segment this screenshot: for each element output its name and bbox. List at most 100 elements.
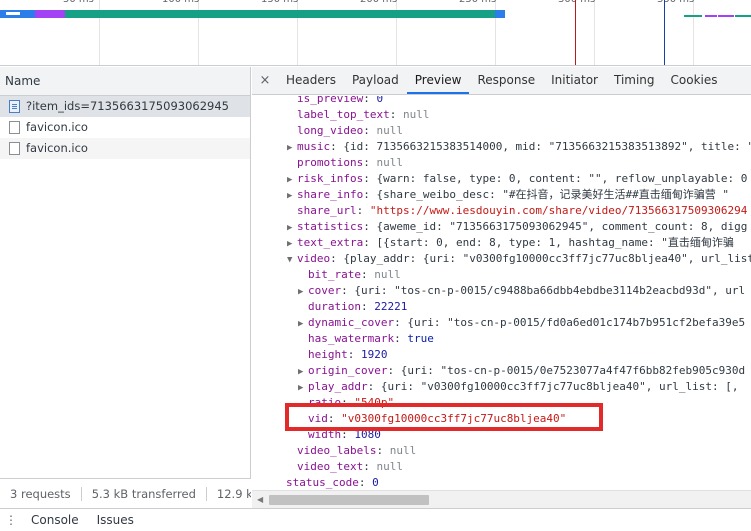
property-key: vid bbox=[308, 412, 328, 425]
colon-separator: : bbox=[363, 220, 377, 233]
property-value: [{start: 0, end: 8, type: 1, hashtag_nam… bbox=[376, 236, 734, 249]
request-bar-favicon bbox=[705, 15, 717, 17]
colon-separator: : bbox=[360, 268, 375, 281]
colon-separator: : bbox=[341, 428, 355, 441]
collapsed-caret-icon[interactable]: ▶ bbox=[298, 380, 308, 396]
preview-line-duration: duration: 22221 bbox=[298, 299, 407, 315]
property-value: null bbox=[376, 124, 403, 137]
colon-separator: : bbox=[367, 380, 381, 393]
colon-separator: : bbox=[341, 396, 355, 409]
tab-payload[interactable]: Payload bbox=[344, 67, 407, 94]
preview-line-statistics[interactable]: ▶ statistics: {aweme_id: "713566317509306… bbox=[287, 219, 747, 235]
collapsed-caret-icon[interactable]: ▶ bbox=[287, 172, 297, 188]
colon-separator: : bbox=[363, 460, 377, 473]
property-key: label_top_text bbox=[297, 108, 390, 121]
collapsed-caret-icon[interactable]: ▶ bbox=[298, 284, 308, 300]
preview-line-vid: vid: "v0300fg10000cc3ff7jc77uc8bljea40" bbox=[298, 411, 566, 427]
request-bar-favicon bbox=[735, 15, 751, 17]
collapsed-caret-icon[interactable]: ▶ bbox=[287, 236, 297, 252]
scrollbar-thumb[interactable] bbox=[269, 495, 429, 505]
timeline-tick-label: 50 ms bbox=[63, 0, 94, 5]
network-overview-timeline[interactable]: 50 ms 100 ms 150 ms 200 ms 250 ms 300 ms 350 m… bbox=[0, 0, 751, 66]
timeline-tick-label: 350 ms bbox=[657, 0, 694, 5]
colon-separator: : bbox=[363, 172, 377, 185]
property-value: 0 bbox=[372, 476, 379, 489]
property-key: long_video bbox=[297, 124, 364, 137]
request-bar-download bbox=[495, 10, 505, 18]
timeline-tick-label: 250 ms bbox=[459, 0, 496, 5]
property-key: share_info bbox=[297, 188, 364, 201]
colon-separator: : bbox=[360, 300, 375, 313]
preview-line-music[interactable]: ▶ music: {id: 7135663215383514000, mid: "… bbox=[287, 139, 751, 155]
property-value: null bbox=[402, 108, 430, 121]
property-key: width bbox=[308, 428, 342, 441]
property-key: risk_infos bbox=[297, 172, 364, 185]
property-key: video_labels bbox=[297, 444, 377, 457]
property-key: statistics bbox=[297, 220, 364, 233]
property-value: {uri: "tos-cn-p-0015/c9488ba66dbb4ebdbe3… bbox=[354, 284, 746, 297]
preview-line-dynamic-cover[interactable]: ▶ dynamic_cover: {uri: "tos-cn-p-0015/fd0… bbox=[298, 315, 745, 331]
collapsed-caret-icon[interactable]: ▶ bbox=[287, 140, 297, 156]
request-name: favicon.ico bbox=[26, 141, 88, 155]
request-row[interactable]: favicon.ico bbox=[0, 138, 250, 159]
request-bar-waiting bbox=[65, 10, 505, 18]
preview-line-risk-infos[interactable]: ▶ risk_infos: {warn: false, type: 0, cont… bbox=[287, 171, 747, 187]
drawer-tab-issues[interactable]: Issues bbox=[88, 513, 143, 527]
name-column-header[interactable]: Name bbox=[0, 67, 250, 96]
preview-line-promotions: promotions: null bbox=[287, 155, 403, 171]
tab-initiator[interactable]: Initiator bbox=[543, 67, 606, 94]
tab-timing[interactable]: Timing bbox=[606, 67, 663, 94]
property-key: cover bbox=[308, 284, 342, 297]
request-row[interactable]: favicon.ico bbox=[0, 117, 250, 138]
colon-separator: : bbox=[327, 412, 342, 425]
document-icon bbox=[9, 100, 20, 113]
collapsed-caret-icon[interactable]: ▶ bbox=[287, 220, 297, 236]
property-value: "https://www.iesdouyin.com/share/video/7… bbox=[369, 204, 748, 217]
preview-line-long-video: long_video: null bbox=[287, 123, 403, 139]
preview-line-video-text: video_text: null bbox=[287, 459, 403, 475]
request-row[interactable]: ?item_ids=7135663175093062945 bbox=[0, 96, 250, 117]
tab-preview[interactable]: Preview bbox=[406, 67, 470, 94]
property-key: share_url bbox=[297, 204, 357, 217]
preview-line-cover[interactable]: ▶ cover: {uri: "tos-cn-p-0015/c9488ba66db… bbox=[298, 283, 745, 299]
file-icon bbox=[9, 142, 20, 155]
colon-separator: : bbox=[387, 364, 401, 377]
preview-line-status-code: status_code: 0 bbox=[276, 475, 379, 490]
preview-tree: is_preview: 0 label_top_text: null long_vi… bbox=[252, 96, 751, 490]
collapsed-caret-icon[interactable]: ▶ bbox=[298, 316, 308, 332]
colon-separator: : bbox=[330, 140, 344, 153]
close-icon[interactable]: × bbox=[252, 67, 278, 94]
tab-response[interactable]: Response bbox=[469, 67, 543, 94]
property-key: bit_rate bbox=[308, 268, 361, 281]
property-key: video bbox=[297, 252, 331, 265]
tab-cookies[interactable]: Cookies bbox=[663, 67, 726, 94]
expanded-caret-icon[interactable]: ▼ bbox=[287, 252, 297, 268]
preview-line-share-info[interactable]: ▶ share_info: {share_weibo_desc: "#在抖音，记录… bbox=[287, 187, 729, 203]
property-key: promotions bbox=[297, 156, 364, 169]
requests-pane: Name ?item_ids=7135663175093062945 favico… bbox=[0, 67, 251, 508]
scroll-left-icon[interactable]: ◀ bbox=[257, 495, 263, 504]
timeline-tick-label: 100 ms bbox=[162, 0, 199, 5]
collapsed-caret-icon[interactable]: ▶ bbox=[287, 188, 297, 204]
colon-separator: : bbox=[330, 252, 344, 265]
dom-content-loaded-marker bbox=[664, 0, 665, 65]
load-event-marker bbox=[575, 0, 576, 65]
preview-line-text-extra[interactable]: ▶ text_extra: [{start: 0, end: 8, type: 1… bbox=[287, 235, 734, 251]
property-key: ratio bbox=[308, 396, 342, 409]
property-key: play_addr bbox=[308, 380, 368, 393]
preview-line-origin-cover[interactable]: ▶ origin_cover: {uri: "tos-cn-p-0015/0e75… bbox=[298, 363, 745, 379]
preview-line-height: height: 1920 bbox=[298, 347, 388, 363]
colon-separator: : bbox=[341, 284, 355, 297]
property-value: {share_weibo_desc: "#在抖音，记录美好生活##直击缅甸诈骗营… bbox=[376, 188, 730, 201]
horizontal-scrollbar[interactable]: ◀ bbox=[252, 490, 751, 508]
property-key: text_extra bbox=[297, 236, 364, 249]
preview-line-play-addr[interactable]: ▶ play_addr: {uri: "v0300fg10000cc3ff7jc7… bbox=[298, 379, 738, 395]
drawer-tab-console[interactable]: Console bbox=[22, 513, 88, 527]
request-count: 3 requests bbox=[0, 486, 82, 501]
colon-separator: : bbox=[394, 316, 408, 329]
timeline-tick-label: 150 ms bbox=[261, 0, 298, 5]
more-options-icon[interactable]: ⋮ bbox=[0, 514, 22, 526]
tab-headers[interactable]: Headers bbox=[278, 67, 344, 94]
preview-line-video[interactable]: ▼ video: {play_addr: {uri: "v0300fg10000c… bbox=[287, 251, 751, 267]
collapsed-caret-icon[interactable]: ▶ bbox=[298, 364, 308, 380]
